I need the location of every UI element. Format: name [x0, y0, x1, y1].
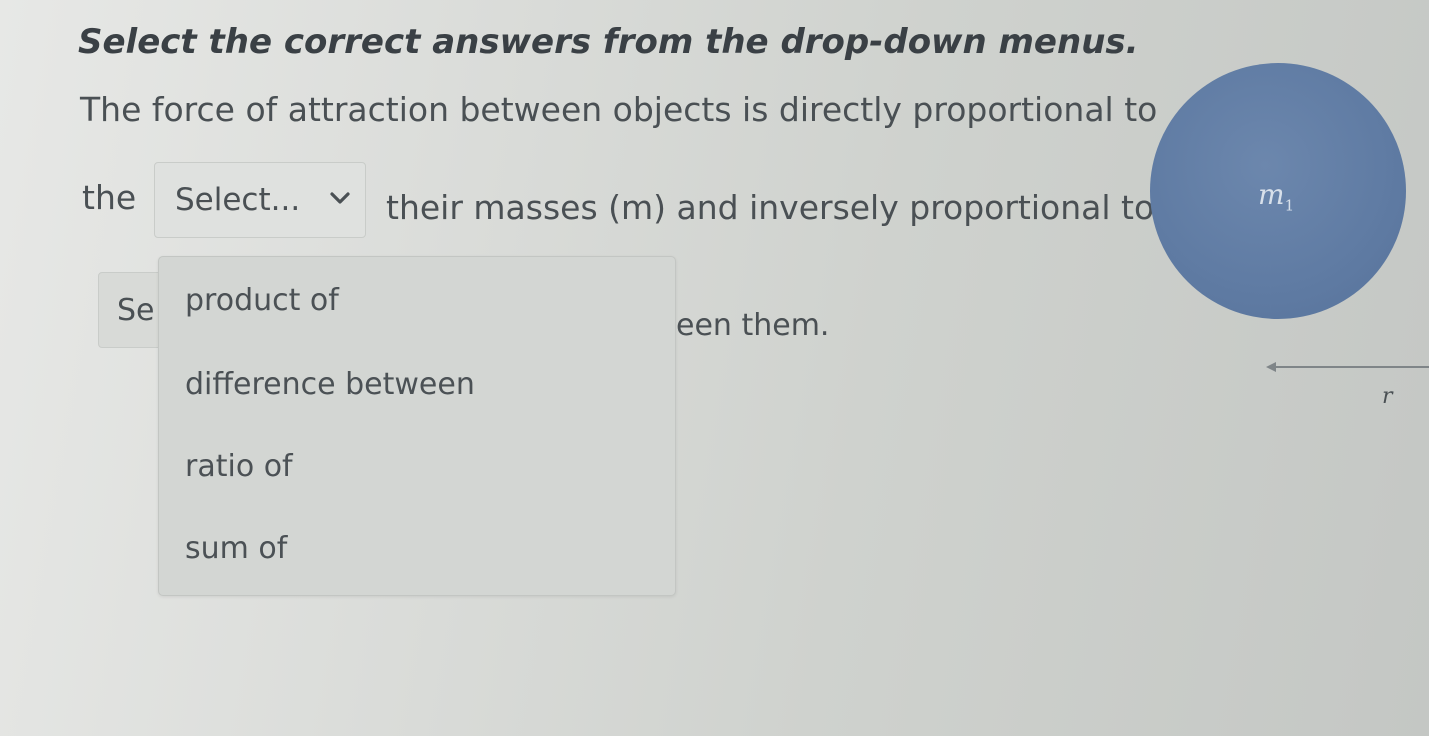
dropdown-option-sum-of[interactable]: sum of: [185, 531, 287, 566]
dropdown-option-difference-between[interactable]: difference between: [185, 367, 475, 402]
chevron-down-icon: [330, 192, 350, 204]
distance-label: r: [1382, 384, 1393, 409]
dropdown-2-visible-text: Se: [117, 293, 155, 328]
instruction-text: Select the correct answers from the drop…: [78, 22, 1139, 62]
sentence-line-2-suffix: their masses (m) and inversely proportio…: [386, 188, 1219, 227]
sentence-line-3-tail: een them.: [676, 308, 830, 343]
dropdown-1-selected-value: Select...: [175, 182, 301, 218]
mass-label: m1: [1258, 178, 1295, 215]
sentence-line-2-prefix: the: [82, 178, 137, 217]
mass-subscript: 1: [1284, 196, 1295, 215]
sentence-line-1: The force of attraction between objects …: [80, 90, 1158, 129]
distance-line: [1272, 366, 1429, 368]
dropdown-1-select[interactable]: Select...: [154, 162, 366, 238]
dropdown-option-product-of[interactable]: product of: [185, 283, 339, 318]
dropdown-1-menu: product of difference between ratio of s…: [158, 256, 676, 596]
dropdown-option-ratio-of[interactable]: ratio of: [185, 449, 293, 484]
